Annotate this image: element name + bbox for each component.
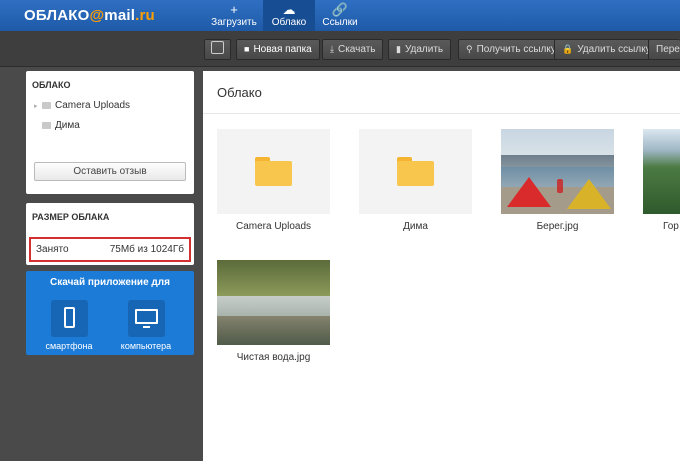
tree-item-label: Camera Uploads (55, 100, 131, 111)
top-header: ОБЛАКО@mail.ru + Загрузить ☁ Облако 🔗 Сс… (0, 0, 680, 31)
chevron-right-icon[interactable]: ▸ (34, 102, 42, 110)
logo-mail: mail (104, 7, 136, 24)
delete-button[interactable]: ▮ Удалить (388, 39, 452, 60)
link-icon: 🔗 (331, 2, 349, 17)
cloud-tree-panel: ОБЛАКО ▸ Camera Uploads Дима Оставить отз… (26, 71, 194, 194)
file-name: Чистая вода.jpg (236, 352, 311, 363)
divider (203, 113, 680, 114)
folder-icon (255, 157, 292, 186)
nav-links-label: Ссылки (322, 17, 358, 28)
move-button[interactable]: Пере (648, 39, 680, 60)
logo[interactable]: ОБЛАКО@mail.ru (24, 7, 155, 24)
toolbar: ■ Новая папка ⤓ Скачать ▮ Удалить ⚲ Получить… (0, 31, 680, 67)
nav-cloud[interactable]: ☁ Облако (263, 0, 315, 31)
storage-usage: Занято 75Мб из 1024Гб (29, 237, 191, 262)
tree-item-label: Дима (55, 120, 80, 131)
file-name: Берег.jpg (536, 221, 579, 232)
app-computer-label: компьютера (120, 341, 172, 351)
cloud-icon: ☁ (282, 2, 296, 17)
file-item-clear-water-thumbnail[interactable] (217, 260, 330, 345)
download-icon: ⤓ (330, 44, 334, 54)
file-item-dima[interactable] (359, 129, 472, 214)
tree-item-camera-uploads[interactable]: ▸ Camera Uploads (34, 100, 130, 111)
folder-icon (42, 122, 51, 129)
lock-icon: 🔒 (562, 44, 574, 54)
cloud-size-title: РАЗМЕР ОБЛАКА (32, 212, 110, 222)
app-promo-panel: Скачай приложение для смартфона компьюте… (26, 271, 194, 355)
download-label: Скачать (337, 44, 376, 55)
trash-icon: ▮ (396, 44, 401, 54)
nav-cloud-label: Облако (271, 17, 307, 28)
select-all-checkbox[interactable] (204, 39, 231, 60)
feedback-button[interactable]: Оставить отзыв (34, 162, 186, 181)
new-folder-label: Новая папка (253, 44, 312, 55)
file-name: Дима (403, 221, 428, 232)
smartphone-icon (50, 300, 88, 337)
delete-label: Удалить (404, 44, 444, 55)
logo-ru: .ru (135, 7, 155, 24)
download-button[interactable]: ⤓ Скачать (322, 39, 384, 60)
used-label: Занято (36, 244, 69, 255)
delete-link-button[interactable]: 🔒 Удалить ссылку (554, 39, 659, 60)
delete-link-label: Удалить ссылку (577, 44, 651, 55)
logo-main: ОБЛАКО (24, 7, 90, 24)
move-label: Пере (656, 44, 680, 55)
plus-icon: + (230, 2, 238, 17)
page-title: Облако (217, 85, 262, 100)
file-item-camera-uploads[interactable] (217, 129, 330, 214)
nav-upload-label: Загрузить (211, 17, 257, 28)
checkbox-icon (211, 41, 224, 54)
cloud-size-panel: РАЗМЕР ОБЛАКА Занято 75Мб из 1024Гб (26, 203, 194, 265)
file-name: Camera Uploads (235, 221, 312, 232)
app-computer-link[interactable]: компьютера (106, 300, 186, 351)
folder-icon (397, 157, 434, 186)
file-item-bereg-thumbnail[interactable] (501, 129, 614, 214)
tree-item-dima[interactable]: Дима (34, 120, 80, 131)
get-link-button[interactable]: ⚲ Получить ссылку (458, 39, 564, 60)
logo-at: @ (89, 7, 105, 24)
file-name: Гор (663, 221, 679, 232)
get-link-label: Получить ссылку (476, 44, 556, 55)
app-promo-title: Скачай приложение для (50, 277, 170, 288)
nav-upload[interactable]: + Загрузить (208, 0, 260, 31)
link-icon: ⚲ (466, 44, 473, 54)
file-item-mountains-thumbnail[interactable] (643, 129, 680, 214)
folder-icon (42, 102, 51, 109)
new-folder-button[interactable]: ■ Новая папка (236, 39, 320, 60)
nav-links[interactable]: 🔗 Ссылки (314, 0, 366, 31)
cloud-tree-title: ОБЛАКО (32, 80, 71, 90)
app-smartphone-link[interactable]: смартфона (29, 300, 109, 351)
folder-icon: ■ (244, 44, 250, 54)
used-value: 75Мб из 1024Гб (109, 244, 184, 255)
file-area: Облако Camera Uploads Дима Берег.jpg Гор… (203, 71, 680, 461)
monitor-icon (127, 300, 165, 337)
app-smartphone-label: смартфона (45, 341, 93, 351)
